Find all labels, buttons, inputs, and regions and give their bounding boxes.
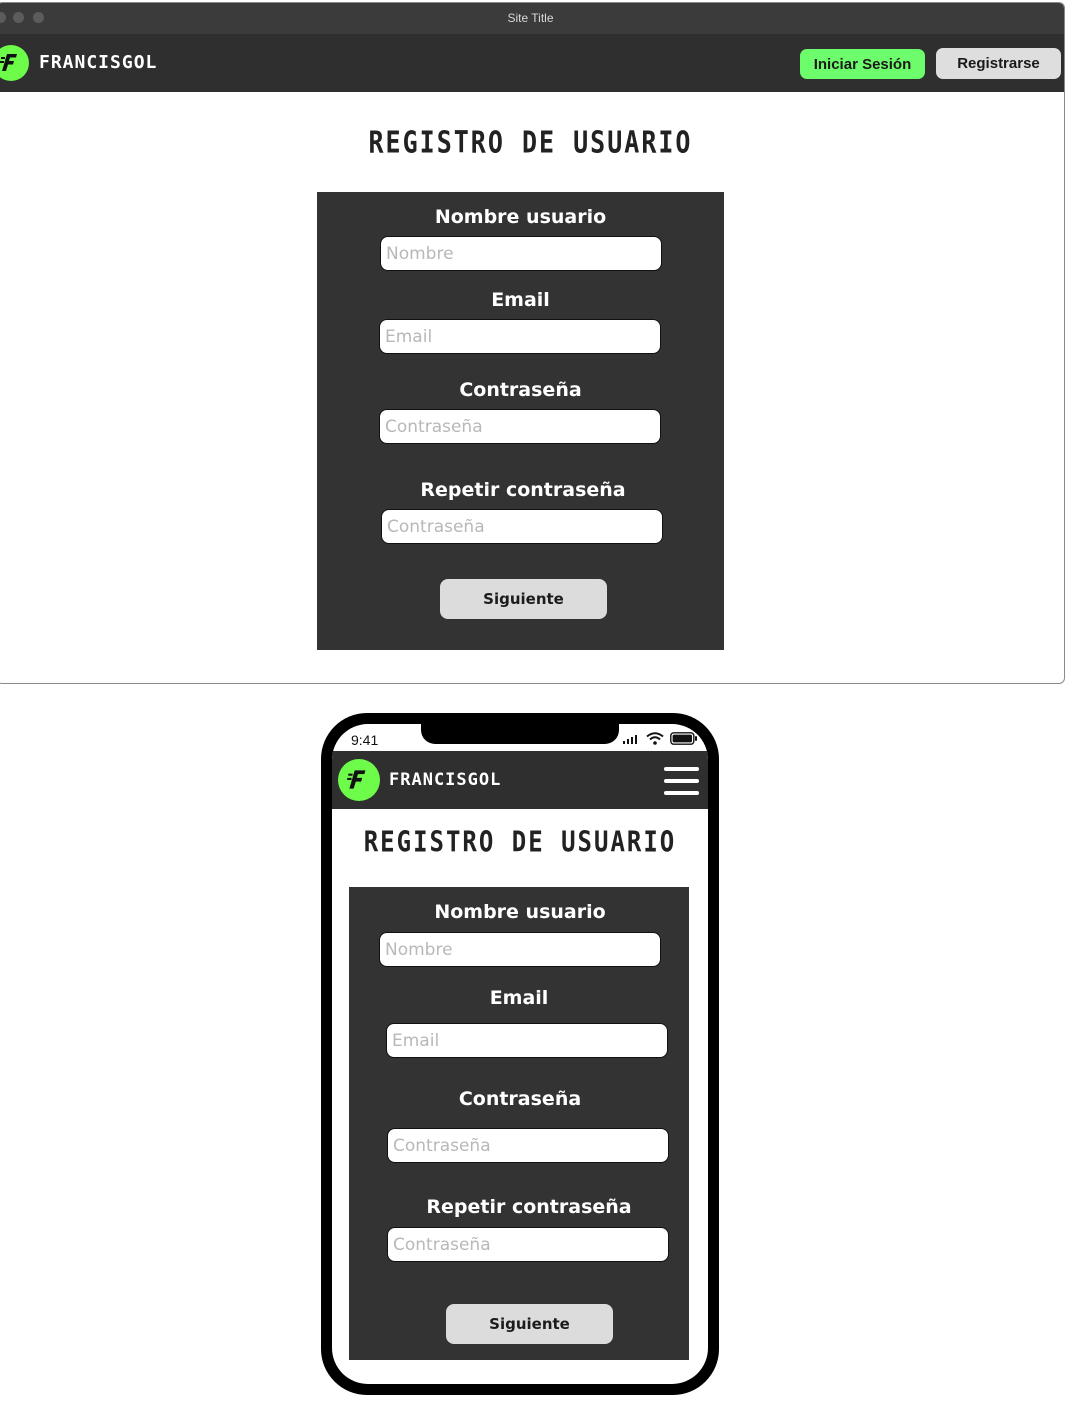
phone-screen: 9:41 FRANCISGOL REGISTRO DE USUARIO Nomb… (332, 724, 708, 1384)
email-label: Email (489, 987, 549, 1009)
page-title: REGISTRO DE USUARIO (368, 125, 693, 160)
repeat-password-label: Repetir contraseña (420, 479, 626, 501)
registration-form: Nombre usuario Email Contraseña Repetir … (349, 887, 689, 1360)
brand-name[interactable]: FRANCISGOL (39, 52, 157, 73)
signal-icon (623, 735, 637, 744)
repeat-password-input[interactable] (381, 509, 663, 544)
top-navbar: FRANCISGOL Iniciar Sesión Registrarse (0, 34, 1064, 92)
phone-frame: 9:41 FRANCISGOL REGISTRO DE USUARIO Nomb… (321, 713, 719, 1395)
email-input[interactable] (379, 319, 661, 354)
logo-icon[interactable] (0, 45, 29, 81)
repeat-password-input[interactable] (387, 1227, 669, 1262)
desktop-window: Site Title FRANCISGOL Iniciar Sesión Reg… (0, 2, 1065, 684)
wifi-icon (646, 732, 664, 745)
email-label: Email (491, 289, 550, 311)
next-button[interactable]: Siguiente (440, 579, 607, 619)
mobile-navbar: FRANCISGOL (332, 751, 708, 809)
logo-icon[interactable] (338, 759, 380, 801)
username-label: Nombre usuario (434, 206, 607, 228)
password-input[interactable] (387, 1128, 669, 1163)
register-button[interactable]: Registrarse (936, 48, 1061, 79)
brand-name[interactable]: FRANCISGOL (389, 770, 501, 790)
password-input[interactable] (379, 409, 661, 444)
page-title: REGISTRO DE USUARIO (363, 825, 677, 859)
registration-form: Nombre usuario Email Contraseña Repetir … (317, 192, 724, 650)
repeat-password-label: Repetir contraseña (426, 1196, 632, 1218)
email-input[interactable] (386, 1023, 668, 1058)
status-time: 9:41 (351, 732, 379, 748)
username-input[interactable] (379, 932, 661, 967)
password-label: Contraseña (459, 379, 582, 401)
battery-icon (670, 732, 697, 745)
login-button[interactable]: Iniciar Sesión (800, 49, 925, 79)
hamburger-icon[interactable] (664, 767, 699, 795)
title-bar: Site Title (0, 3, 1064, 35)
username-input[interactable] (380, 236, 662, 271)
next-button[interactable]: Siguiente (446, 1304, 613, 1344)
password-label: Contraseña (458, 1088, 582, 1110)
phone-notch (421, 724, 619, 744)
window-title: Site Title (507, 11, 554, 25)
username-label: Nombre usuario (434, 901, 606, 923)
